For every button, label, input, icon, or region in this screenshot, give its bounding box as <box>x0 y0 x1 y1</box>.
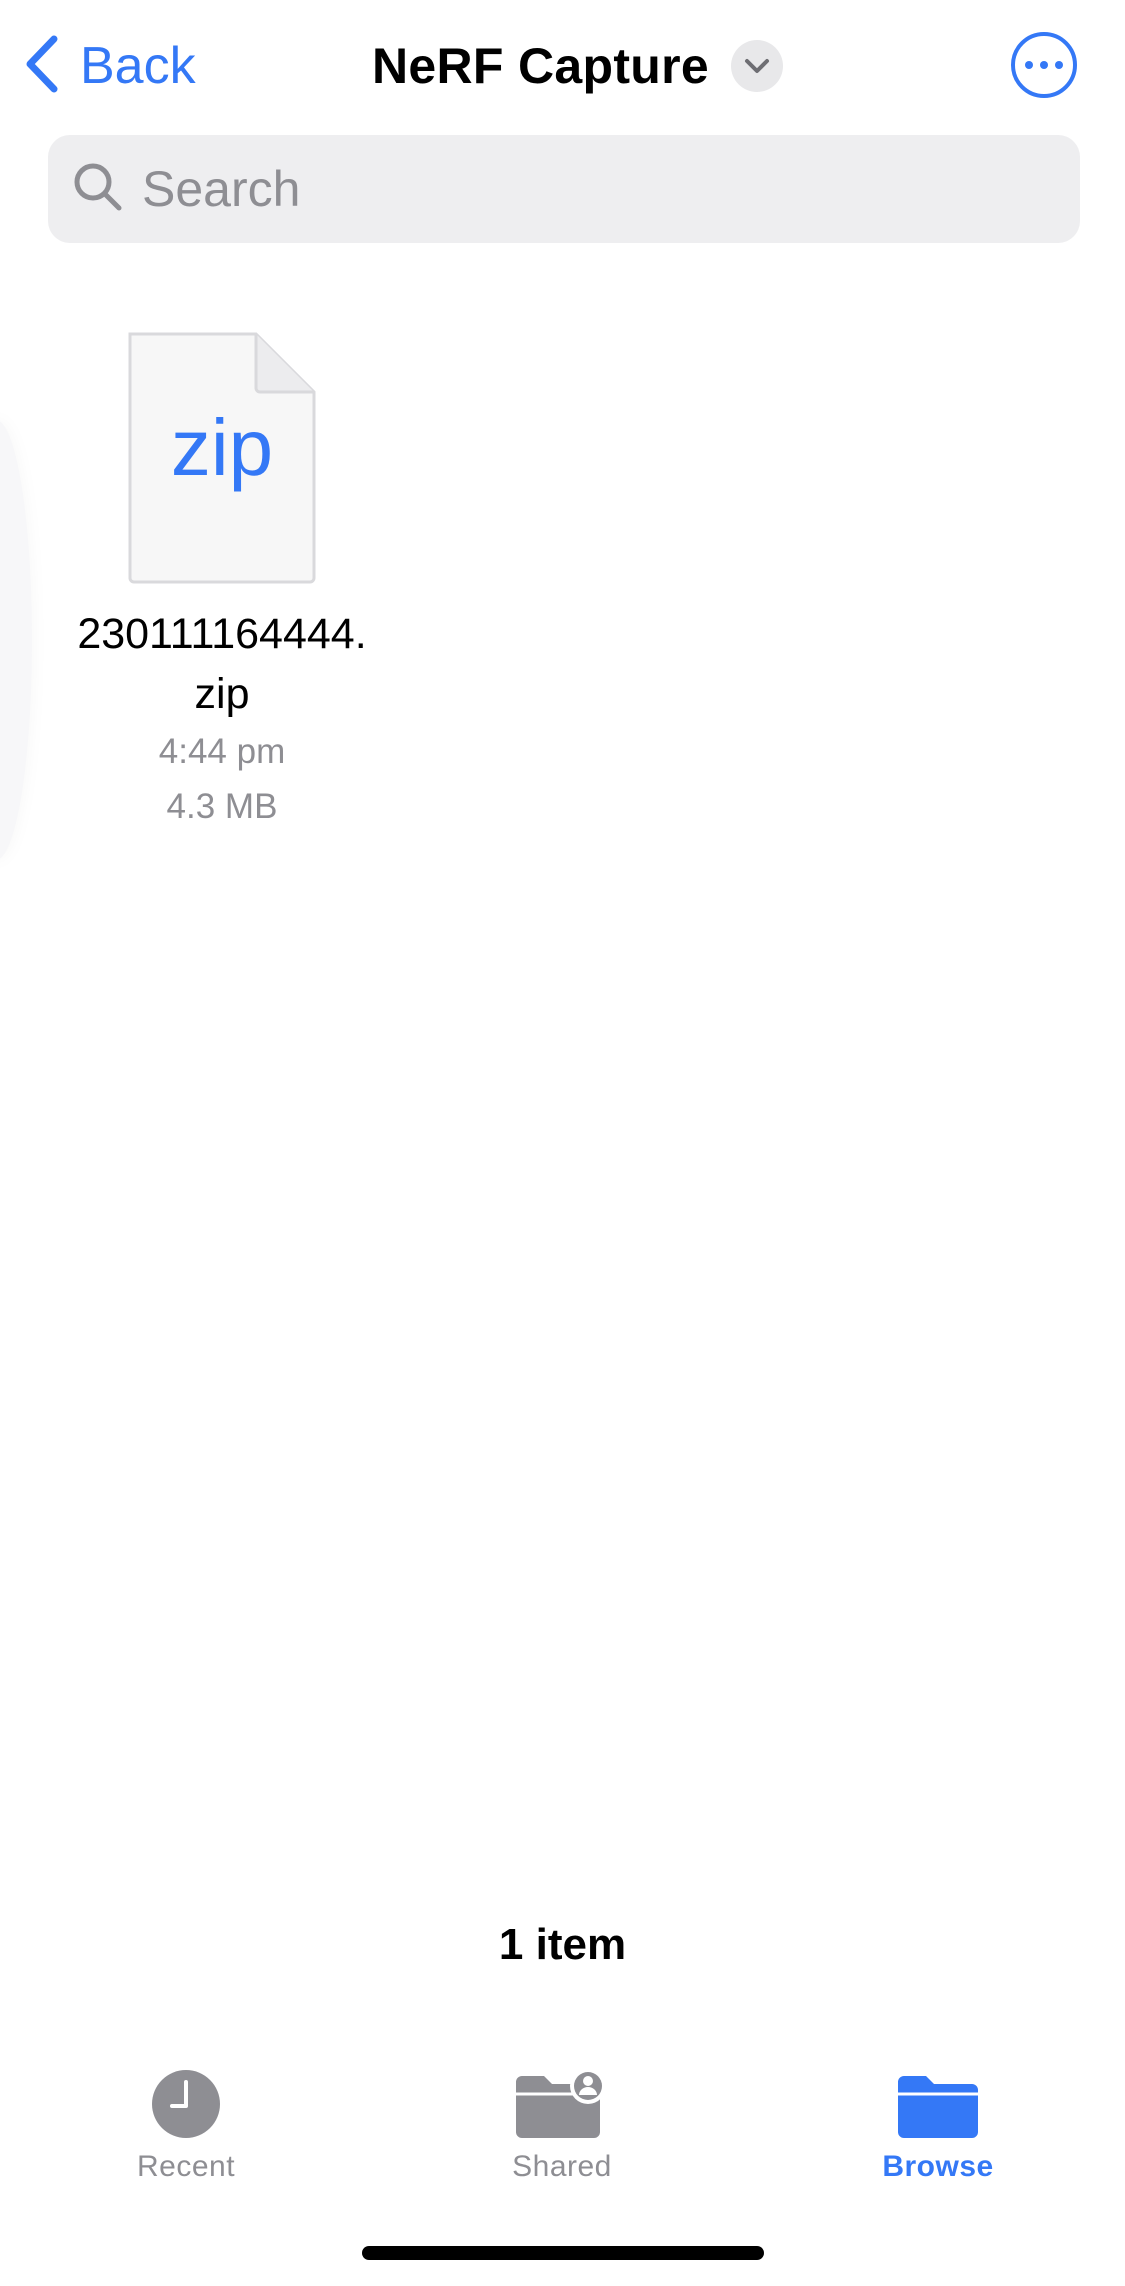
magnifying-glass-icon <box>48 161 124 218</box>
search-input[interactable] <box>140 159 1044 219</box>
zip-document-icon[interactable]: zip <box>126 330 318 584</box>
title-menu[interactable]: NeRF Capture <box>0 30 1125 102</box>
folder-icon <box>808 2060 1068 2140</box>
page-title: NeRF Capture <box>372 38 709 94</box>
tab-shared[interactable]: Shared <box>432 2040 692 2184</box>
clock-icon <box>56 2060 316 2140</box>
more-dot <box>1025 61 1033 69</box>
shared-folder-icon <box>432 2060 692 2140</box>
tab-recent-label: Recent <box>136 2150 236 2183</box>
home-indicator[interactable] <box>362 2246 764 2260</box>
navigation-bar: Back NeRF Capture <box>0 0 1125 132</box>
ellipsis-circle-icon[interactable] <box>1011 32 1077 98</box>
edge-shadow <box>0 420 32 860</box>
tab-recent[interactable]: Recent <box>56 2040 316 2184</box>
file-name: 230111164444.zip <box>77 610 367 718</box>
search-bar[interactable] <box>48 135 1080 243</box>
item-count: 1 item <box>498 1920 627 1969</box>
tab-shared-label: Shared <box>512 2150 612 2183</box>
tab-browse-label: Browse <box>882 2150 994 2183</box>
file-extension-label: zip <box>170 403 274 492</box>
file-size: 4.3 MB <box>166 787 278 826</box>
chevron-down-icon[interactable] <box>730 40 783 92</box>
more-dot <box>1055 61 1063 69</box>
file-item[interactable]: zip 230111164444.zip 4:44 pm 4.3 MB <box>72 330 372 834</box>
tab-browse[interactable]: Browse <box>808 2040 1068 2184</box>
more-dot <box>1040 61 1048 69</box>
tab-bar: Recent Shared Browse <box>0 2040 1125 2200</box>
file-time: 4:44 pm <box>158 732 286 771</box>
